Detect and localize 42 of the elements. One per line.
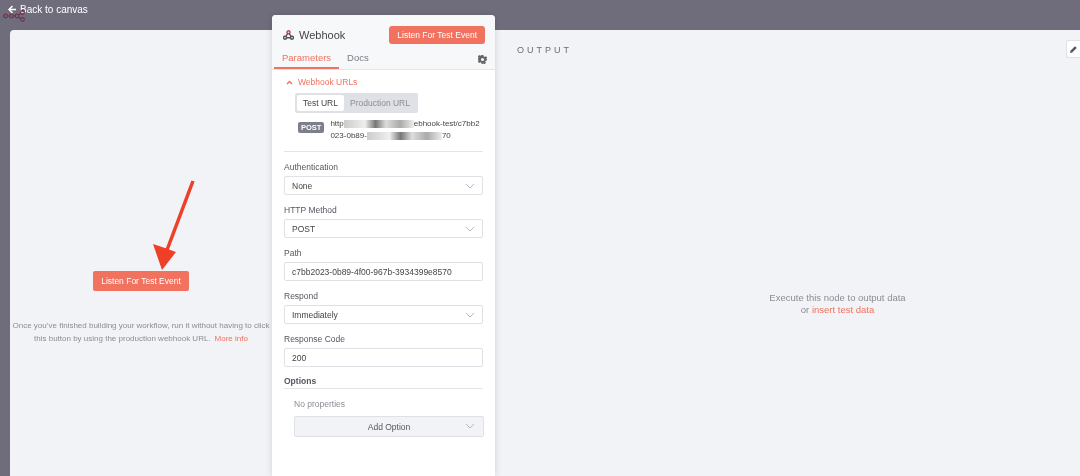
- pencil-icon: [1069, 44, 1078, 54]
- field-label: Path: [284, 248, 303, 258]
- tab[interactable]: Parameters: [274, 52, 340, 69]
- field-label: HTTP Method: [284, 205, 338, 215]
- caret-icon: [286, 79, 293, 85]
- listen-button[interactable]: Listen For Test Event: [389, 26, 485, 44]
- settings-icon[interactable]: [478, 55, 487, 64]
- url-text: ebhook-test/c7bb2: [413, 118, 480, 130]
- chevron-down-icon: [465, 311, 475, 318]
- back-link[interactable]: Back to canvas: [8, 3, 88, 15]
- field-label: Respond: [284, 291, 320, 301]
- more-info-link[interactable]: More info: [214, 334, 248, 343]
- redaction-blur: [343, 120, 414, 128]
- tab[interactable]: Docs: [339, 52, 377, 69]
- url-text: http: [330, 118, 344, 130]
- url-text: 023-0b89-: [330, 130, 367, 142]
- node-title: Webhook: [299, 29, 347, 41]
- edit-button[interactable]: [1066, 40, 1080, 58]
- chevron-down-icon: [465, 182, 475, 189]
- back-arrow-icon: [8, 4, 17, 14]
- output-message: Execute this node to output data or insert test data: [768, 292, 907, 316]
- field-label: Authentication: [284, 162, 339, 172]
- input-field[interactable]: c7bb2023-0b89-4f00-967b-3934399e8570: [284, 262, 483, 281]
- options-heading: Options: [284, 376, 483, 389]
- webhook-icon: [283, 30, 294, 40]
- url-tab[interactable]: Production URL: [343, 95, 416, 111]
- insert-test-data-link[interactable]: insert test data: [811, 304, 875, 315]
- select-field[interactable]: None: [284, 176, 483, 195]
- url-text: 70: [441, 130, 451, 142]
- field-label: Response Code: [284, 334, 346, 344]
- listen-button[interactable]: Listen For Test Event: [93, 271, 189, 291]
- input-field[interactable]: 200: [284, 348, 483, 367]
- url-tab[interactable]: Test URL: [297, 95, 344, 111]
- add-option-dropdown[interactable]: Add Option: [294, 416, 484, 437]
- select-field[interactable]: Immediately: [284, 305, 483, 324]
- empty-text: No properties: [294, 399, 347, 409]
- output-title: OUTPUT: [517, 45, 572, 55]
- chevron-down-icon: [465, 225, 475, 232]
- section-toggle[interactable]: Webhook URLs: [286, 77, 358, 87]
- hint-text: Once you’ve finished building your workflow, run it without having to click this button by using the production webhook URL. More info: [11, 320, 271, 345]
- chevron-down-icon: [465, 423, 475, 429]
- select-field[interactable]: POST: [284, 219, 483, 238]
